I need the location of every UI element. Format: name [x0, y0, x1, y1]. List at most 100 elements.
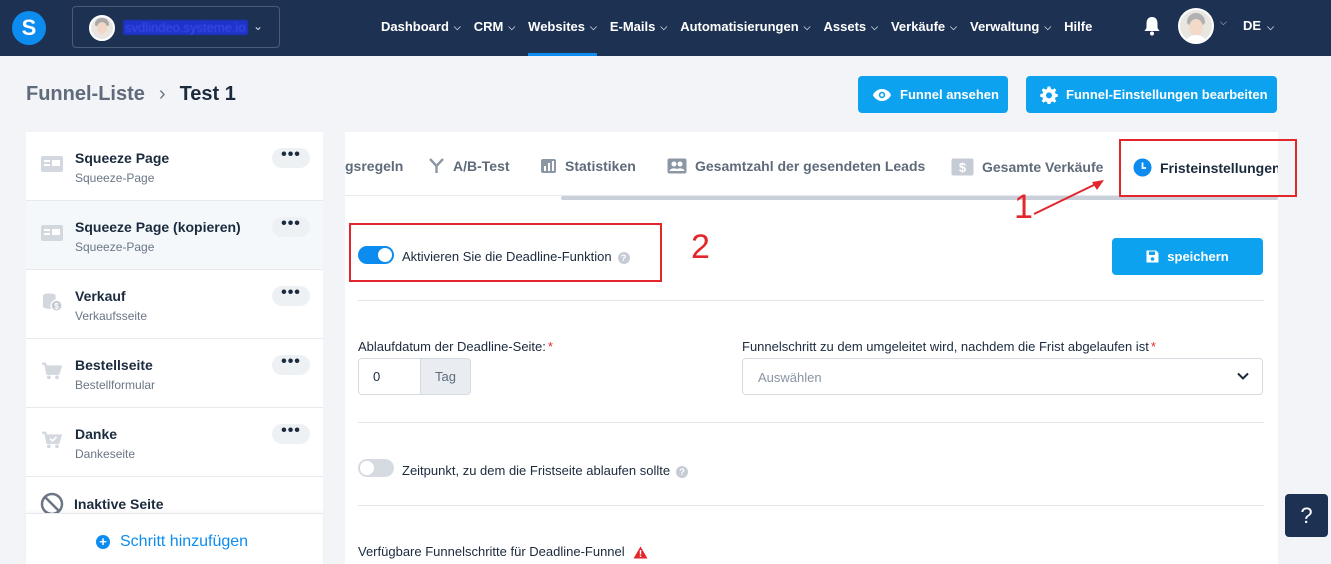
nav-automations[interactable]: Automatisierungen ⌵	[680, 0, 810, 56]
add-step-label: Schritt hinzufügen	[120, 533, 249, 550]
chevron-down-icon: ⌵	[453, 22, 461, 32]
funnel-step-danke[interactable]: Danke Dankeseite •••	[26, 408, 323, 477]
nav-label: Automatisierungen	[680, 19, 799, 34]
bar-chart-icon	[541, 159, 556, 173]
available-steps-text: Verfügbare Funnelschritte für Deadline-F…	[358, 544, 625, 559]
tab-label: gsregeln	[345, 158, 404, 174]
required-mark: *	[547, 339, 553, 354]
breadcrumb: Funnel-Liste › Test 1	[26, 83, 236, 106]
section-divider	[358, 505, 1264, 506]
tab-statistics[interactable]: Statistiken	[540, 158, 636, 174]
step-title: Squeeze Page	[75, 150, 170, 166]
step-more-button[interactable]: •••	[272, 147, 310, 168]
step-more-button[interactable]: •••	[272, 285, 310, 306]
dollar-icon: $	[951, 158, 974, 176]
nav-label: Websites	[528, 19, 586, 34]
workspace-avatar	[89, 15, 115, 41]
tab-label: Gesamte Verkäufe	[982, 159, 1104, 175]
expiry-days-unit: Tag	[420, 358, 471, 395]
bell-icon[interactable]	[1143, 16, 1161, 36]
nav-label: Verwaltung	[969, 19, 1040, 34]
chevron-down-icon: ⌵	[590, 22, 597, 32]
nav-assets[interactable]: Assets ⌵	[823, 0, 877, 56]
step-title: Verkauf	[75, 288, 126, 304]
step-subtitle: Dankeseite	[75, 447, 136, 461]
save-label: speichern	[1167, 249, 1229, 264]
tab-total-sales[interactable]: $ Gesamte Verkäufe	[951, 158, 1103, 176]
chevron-down-icon: ⌵	[1044, 22, 1052, 32]
nav-label: CRM	[473, 19, 504, 34]
help-icon[interactable]: ?	[676, 465, 689, 478]
annotation-box-toggle	[349, 223, 662, 282]
chevron-down-icon	[1237, 372, 1249, 380]
section-divider	[358, 300, 1264, 301]
step-title: Danke	[75, 426, 118, 442]
tab-ab-test[interactable]: A/B-Test	[428, 158, 510, 174]
funnel-step-squeeze-page[interactable]: Squeeze Page Squeeze-Page •••	[26, 132, 323, 201]
step-more-button[interactable]: •••	[272, 354, 310, 375]
nav-dashboard[interactable]: Dashboard ⌵	[381, 0, 461, 56]
funnel-steps-sidebar: Squeeze Page Squeeze-Page ••• Squeeze Pa…	[26, 132, 323, 564]
nav-label: Assets	[823, 19, 867, 34]
chevron-down-icon: ⌵	[508, 22, 516, 32]
workspace-switcher[interactable]: svdlindeo.systeme.io ⌄	[72, 6, 280, 48]
page-icon	[41, 156, 63, 172]
nav-crm[interactable]: CRM ⌵	[474, 0, 515, 56]
tab-total-leads[interactable]: Gesamtzahl der gesendeten Leads	[667, 158, 925, 174]
chevron-down-icon[interactable]: ⌵	[1220, 17, 1227, 28]
add-step-button[interactable]: + Schritt hinzufügen	[26, 513, 323, 564]
user-avatar[interactable]	[1178, 8, 1214, 44]
tab-label: Gesamtzahl der gesendeten Leads	[695, 158, 926, 174]
chevron-down-icon: ⌵	[950, 22, 957, 32]
page-scrollbar[interactable]	[1326, 56, 1331, 564]
top-navigation-bar: S svdlindeo.systeme.io ⌄ Dashboard ⌵ CRM ⌵…	[0, 0, 1331, 56]
cart-icon	[42, 362, 63, 380]
nav-sales[interactable]: Verkäufe ⌵	[891, 0, 957, 56]
save-button[interactable]: speichern	[1112, 238, 1263, 275]
tab-label: A/B-Test	[453, 158, 510, 174]
breadcrumb-current: Test 1	[179, 83, 236, 105]
redirect-step-label: Funnelschritt zu dem umgeleitet wird, na…	[742, 339, 1156, 354]
systeme-logo[interactable]: S	[12, 11, 46, 45]
tab-rules[interactable]: gsregeln	[345, 158, 403, 174]
eye-icon	[873, 88, 891, 101]
nav-websites[interactable]: Websites ⌵	[528, 0, 597, 56]
split-icon	[429, 158, 444, 173]
chevron-down-icon: ⌵	[803, 22, 811, 32]
annotation-arrow-icon	[1033, 180, 1104, 215]
funnel-step-bestellseite[interactable]: Bestellseite Bestellformular •••	[26, 339, 323, 408]
breadcrumb-funnel-list[interactable]: Funnel-Liste	[26, 83, 145, 106]
help-chat-button[interactable]: ?	[1285, 494, 1328, 537]
deadline-time-toggle[interactable]	[358, 459, 394, 477]
funnel-step-verkauf[interactable]: $ Verkauf Verkaufsseite •••	[26, 270, 323, 339]
nav-help[interactable]: Hilfe	[1064, 0, 1092, 56]
cart-check-icon	[42, 431, 63, 449]
chevron-down-icon: ⌵	[871, 22, 878, 32]
edit-funnel-settings-label: Funnel-Einstellungen bearbeiten	[1066, 87, 1268, 102]
annotation-number-one: 1	[1014, 188, 1033, 226]
view-funnel-button[interactable]: Funnel ansehen	[858, 76, 1008, 113]
nav-label: Hilfe	[1064, 19, 1093, 34]
language-switcher[interactable]: DE ⌵	[1243, 18, 1274, 33]
step-subtitle: Verkaufsseite	[75, 309, 148, 323]
step-more-button[interactable]: •••	[272, 423, 310, 444]
expiry-days-input[interactable]: 0	[358, 358, 420, 395]
edit-funnel-settings-button[interactable]: Funnel-Einstellungen bearbeiten	[1026, 76, 1277, 113]
warning-icon	[633, 546, 648, 559]
funnel-step-squeeze-page-copy[interactable]: Squeeze Page (kopieren) Squeeze-Page •••	[26, 201, 323, 270]
redirect-step-select[interactable]: Auswählen	[742, 358, 1263, 395]
annotation-box-tab	[1119, 139, 1297, 197]
step-title: Bestellseite	[75, 357, 153, 373]
main-nav: Dashboard ⌵ CRM ⌵ Websites ⌵ E-Mails ⌵ Autom…	[381, 0, 1105, 56]
view-funnel-label: Funnel ansehen	[900, 87, 999, 102]
floppy-disk-icon	[1146, 250, 1159, 263]
nav-emails[interactable]: E-Mails ⌵	[610, 0, 667, 56]
workspace-name: svdlindeo.systeme.io	[123, 20, 248, 35]
select-placeholder: Auswählen	[758, 370, 822, 385]
step-more-button[interactable]: •••	[272, 216, 310, 237]
nav-management[interactable]: Verwaltung ⌵	[970, 0, 1051, 56]
chevron-down-icon: ⌄	[253, 19, 264, 33]
deadline-time-label: Zeitpunkt, zu dem die Fristseite ablaufe…	[402, 463, 689, 478]
nav-label: Verkäufe	[890, 19, 946, 34]
required-mark: *	[1150, 339, 1156, 354]
